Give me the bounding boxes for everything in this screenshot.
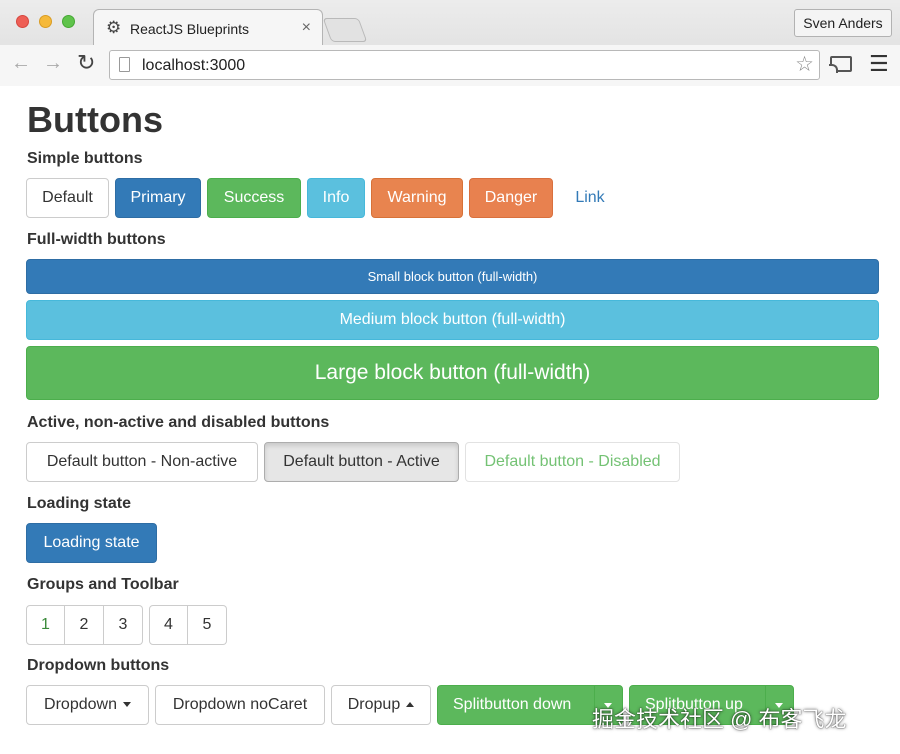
default-button[interactable]: Default: [26, 178, 109, 218]
back-arrow-icon[interactable]: ←: [11, 51, 31, 75]
dropup-button-label: Dropup: [347, 696, 401, 713]
dropdown-nocaret-button[interactable]: Dropdown noCaret: [155, 685, 325, 725]
section-active-buttons: Active, non-active and disabled buttons: [27, 414, 330, 431]
new-tab-button[interactable]: [322, 18, 368, 42]
bookmark-star-icon[interactable]: ☆: [795, 53, 814, 77]
group-button-5[interactable]: 5: [188, 605, 227, 645]
browser-tab[interactable]: ⚙ ReactJS Blueprints ×: [93, 9, 323, 45]
reload-icon[interactable]: ↻: [77, 51, 95, 75]
nonactive-button[interactable]: Default button - Non-active: [26, 442, 258, 482]
zoom-window-button[interactable]: [62, 15, 75, 28]
page-icon: [119, 57, 130, 72]
address-bar[interactable]: localhost:3000 ☆: [109, 50, 820, 80]
success-button[interactable]: Success: [207, 178, 301, 218]
page-content: Buttons Simple buttons Default Primary S…: [0, 87, 900, 754]
link-button[interactable]: Link: [560, 178, 620, 218]
section-simple-buttons: Simple buttons: [27, 150, 143, 167]
info-button[interactable]: Info: [307, 178, 365, 218]
browser-toolbar: ← → ↻ localhost:3000 ☆ ☰: [0, 45, 900, 86]
active-button[interactable]: Default button - Active: [264, 442, 459, 482]
gear-icon: ⚙: [106, 18, 122, 37]
dropup-button[interactable]: Dropup: [331, 685, 431, 725]
danger-button[interactable]: Danger: [469, 178, 553, 218]
page-title: Buttons: [27, 99, 163, 140]
medium-block-button[interactable]: Medium block button (full-width): [26, 300, 879, 340]
profile-button[interactable]: Sven Anders: [794, 9, 892, 37]
caret-down-icon: [122, 702, 131, 708]
close-window-button[interactable]: [16, 15, 29, 28]
dropdown-button[interactable]: Dropdown: [26, 685, 149, 725]
url-text[interactable]: localhost:3000: [142, 57, 245, 75]
small-block-button[interactable]: Small block button (full-width): [26, 259, 879, 294]
section-fullwidth-buttons: Full-width buttons: [27, 231, 166, 248]
group-button-3[interactable]: 3: [104, 605, 143, 645]
section-loading-state: Loading state: [27, 495, 132, 512]
section-dropdown-buttons: Dropdown buttons: [27, 657, 170, 674]
primary-button[interactable]: Primary: [115, 178, 201, 218]
group-button-1[interactable]: 1: [26, 605, 65, 645]
cast-icon[interactable]: [829, 56, 852, 73]
large-block-button[interactable]: Large block button (full-width): [26, 346, 879, 400]
caret-up-icon: [406, 702, 415, 708]
browser-chrome: ⚙ ReactJS Blueprints × Sven Anders ← → ↻…: [0, 0, 900, 86]
menu-icon[interactable]: ☰: [869, 51, 889, 77]
watermark-text: 掘金技术社区 @ 布客飞龙: [592, 707, 847, 732]
minimize-window-button[interactable]: [39, 15, 52, 28]
disabled-button: Default button - Disabled: [465, 442, 680, 482]
tab-close-icon[interactable]: ×: [302, 19, 311, 37]
section-groups-toolbar: Groups and Toolbar: [27, 576, 179, 593]
dropdown-button-label: Dropdown: [44, 696, 117, 713]
warning-button[interactable]: Warning: [371, 178, 463, 218]
loading-state-button[interactable]: Loading state: [26, 523, 157, 563]
group-button-2[interactable]: 2: [65, 605, 104, 645]
forward-arrow-icon[interactable]: →: [43, 51, 63, 75]
group-button-4[interactable]: 4: [149, 605, 188, 645]
tab-title: ReactJS Blueprints: [130, 21, 250, 37]
splitbutton-down-label: Splitbutton down: [453, 696, 572, 713]
